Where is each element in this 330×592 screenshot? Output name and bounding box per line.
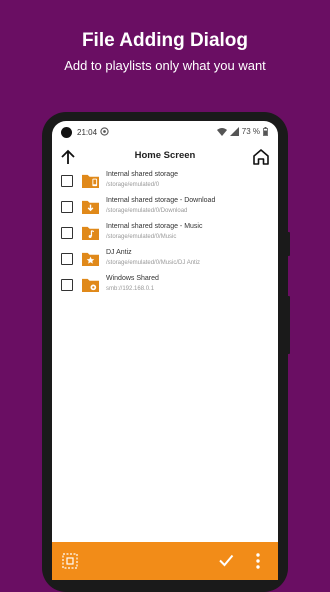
- phone-volume-button: [287, 296, 290, 354]
- promo-subtitle: Add to playlists only what you want: [64, 58, 266, 73]
- list-item[interactable]: Windows Shared smb://192.168.0.1: [52, 270, 278, 296]
- folder-download-icon: [82, 200, 99, 215]
- battery-percent: 73 %: [241, 127, 260, 136]
- check-icon[interactable]: [217, 551, 235, 569]
- item-checkbox[interactable]: [61, 175, 73, 187]
- item-path: /storage/emulated/0/Music/DJ Antiz: [106, 260, 201, 266]
- phone-power-button: [287, 232, 290, 256]
- item-name: Internal shared storage: [106, 171, 178, 178]
- phone-screen: 21:04 73 % Home Screen Internal shared s…: [52, 121, 278, 580]
- item-name: Windows Shared: [106, 275, 159, 282]
- list-item[interactable]: Internal shared storage - Music /storage…: [52, 218, 278, 244]
- signal-icon: [229, 127, 239, 136]
- folder-star-icon: [82, 252, 99, 267]
- notification-icon: [100, 127, 109, 136]
- wifi-icon: [216, 128, 227, 136]
- home-icon[interactable]: [251, 147, 271, 167]
- item-name: Internal shared storage - Music: [106, 223, 203, 230]
- folder-music-icon: [82, 226, 99, 241]
- item-path: /storage/emulated/0: [106, 182, 160, 188]
- list-item[interactable]: Internal shared storage - Download /stor…: [52, 192, 278, 218]
- folder-network-icon: [82, 278, 99, 293]
- app-title: Home Screen: [134, 150, 196, 161]
- item-path: smb://192.168.0.1: [106, 286, 155, 292]
- select-all-icon[interactable]: [62, 553, 78, 569]
- item-checkbox[interactable]: [61, 253, 73, 265]
- item-checkbox[interactable]: [61, 201, 73, 213]
- item-checkbox[interactable]: [61, 279, 73, 291]
- folder-list: Internal shared storage /storage/emulate…: [52, 166, 278, 296]
- folder-phone-icon: [82, 174, 99, 189]
- battery-icon: [263, 127, 268, 136]
- camera-cutout: [61, 127, 72, 138]
- item-path: /storage/emulated/0/Download: [106, 208, 188, 214]
- item-checkbox[interactable]: [61, 227, 73, 239]
- more-vert-icon[interactable]: [250, 552, 266, 570]
- system-icons: 73 %: [216, 127, 268, 136]
- item-name: DJ Antiz: [106, 249, 132, 256]
- bottom-action-bar: [52, 542, 278, 580]
- status-bar: 21:04 73 %: [52, 121, 278, 143]
- list-item[interactable]: Internal shared storage /storage/emulate…: [52, 166, 278, 192]
- item-name: Internal shared storage - Download: [106, 197, 216, 204]
- list-item[interactable]: DJ Antiz /storage/emulated/0/Music/DJ An…: [52, 244, 278, 270]
- item-path: /storage/emulated/0/Music: [106, 234, 177, 240]
- status-time: 21:04: [77, 128, 98, 137]
- promo-title: File Adding Dialog: [81, 30, 249, 51]
